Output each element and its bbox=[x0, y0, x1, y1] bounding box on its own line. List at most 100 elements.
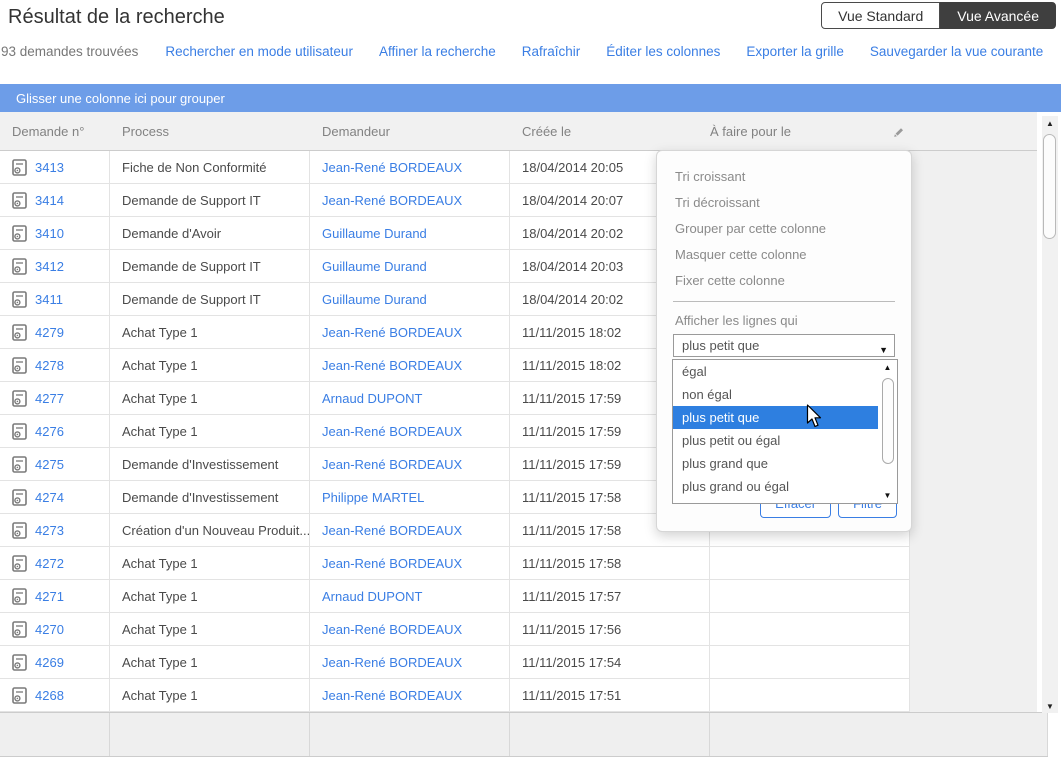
operator-option-4[interactable]: plus grand que bbox=[673, 452, 878, 475]
cell-request-id: 4271 bbox=[0, 580, 110, 612]
request-id-link[interactable]: 4272 bbox=[35, 556, 64, 571]
request-id-link[interactable]: 4278 bbox=[35, 358, 64, 373]
cell-requester: Guillaume Durand bbox=[310, 283, 510, 315]
request-id-link[interactable]: 4275 bbox=[35, 457, 64, 472]
requester-link[interactable]: Jean-René BORDEAUX bbox=[322, 424, 462, 439]
requester-link[interactable]: Guillaume Durand bbox=[322, 226, 427, 241]
form-document-gear-icon bbox=[12, 555, 27, 572]
cell-requester: Guillaume Durand bbox=[310, 250, 510, 282]
toolbar: 93 demandes trouvées Rechercher en mode … bbox=[1, 44, 1057, 59]
requester-link[interactable]: Jean-René BORDEAUX bbox=[322, 193, 462, 208]
column-header-2[interactable]: Demandeur bbox=[310, 124, 510, 139]
request-id-link[interactable]: 4273 bbox=[35, 523, 64, 538]
cell-process: Achat Type 1 bbox=[110, 382, 310, 414]
menu-item-0[interactable]: Tri croissant bbox=[657, 164, 911, 190]
requester-link[interactable]: Jean-René BORDEAUX bbox=[322, 688, 462, 703]
operator-option-0[interactable]: égal bbox=[673, 360, 878, 383]
column-header-3[interactable]: Créée le bbox=[510, 124, 710, 139]
requester-link[interactable]: Philippe MARTEL bbox=[322, 490, 424, 505]
requester-link[interactable]: Guillaume Durand bbox=[322, 292, 427, 307]
toolbar-link-1[interactable]: Affiner la recherche bbox=[379, 44, 496, 59]
column-header-1[interactable]: Process bbox=[110, 124, 310, 139]
dropdown-scroll-down-icon[interactable]: ▼ bbox=[879, 489, 896, 502]
menu-separator bbox=[673, 301, 895, 302]
group-drop-label: Glisser une colonne ici pour grouper bbox=[16, 91, 225, 106]
requester-link[interactable]: Jean-René BORDEAUX bbox=[322, 622, 462, 637]
column-header-4[interactable]: À faire pour le bbox=[710, 124, 910, 139]
toolbar-link-3[interactable]: Éditer les colonnes bbox=[606, 44, 720, 59]
request-id-link[interactable]: 4269 bbox=[35, 655, 64, 670]
request-id-link[interactable]: 4271 bbox=[35, 589, 64, 604]
requester-link[interactable]: Jean-René BORDEAUX bbox=[322, 457, 462, 472]
table-row: 4272Achat Type 1Jean-René BORDEAUX11/11/… bbox=[0, 547, 910, 580]
scroll-up-arrow-icon[interactable]: ▲ bbox=[1042, 116, 1058, 130]
cell-process: Achat Type 1 bbox=[110, 349, 310, 381]
scroll-down-arrow-icon[interactable]: ▼ bbox=[1042, 699, 1058, 713]
menu-item-3[interactable]: Masquer cette colonne bbox=[657, 242, 911, 268]
request-id-link[interactable]: 3411 bbox=[35, 292, 63, 307]
table-header-row: Demande n°ProcessDemandeurCréée leÀ fair… bbox=[0, 112, 1037, 151]
cell-process: Achat Type 1 bbox=[110, 580, 310, 612]
request-id-link[interactable]: 3412 bbox=[35, 259, 64, 274]
cell-request-id: 4268 bbox=[0, 679, 110, 711]
cell-request-id: 3413 bbox=[0, 151, 110, 183]
requester-link[interactable]: Arnaud DUPONT bbox=[322, 589, 422, 604]
dropdown-scrollbar-thumb[interactable] bbox=[882, 378, 894, 464]
request-id-link[interactable]: 3414 bbox=[35, 193, 64, 208]
operator-option-3[interactable]: plus petit ou égal bbox=[673, 429, 878, 452]
scrollbar-thumb[interactable] bbox=[1043, 134, 1056, 239]
filter-operator-select[interactable]: plus petit que ▼ bbox=[673, 334, 895, 357]
table-footer-row bbox=[0, 712, 1048, 757]
request-id-link[interactable]: 4274 bbox=[35, 490, 64, 505]
requester-link[interactable]: Jean-René BORDEAUX bbox=[322, 358, 462, 373]
cell-requester: Jean-René BORDEAUX bbox=[310, 184, 510, 216]
operator-option-2[interactable]: plus petit que bbox=[673, 406, 878, 429]
request-id-link[interactable]: 4279 bbox=[35, 325, 64, 340]
dropdown-scrollbar[interactable]: ▲ ▼ bbox=[879, 361, 896, 502]
operator-option-6[interactable]: nul bbox=[673, 498, 878, 504]
menu-item-4[interactable]: Fixer cette colonne bbox=[657, 268, 911, 294]
cell-requester: Jean-René BORDEAUX bbox=[310, 151, 510, 183]
view-advanced-button[interactable]: Vue Avancée bbox=[940, 2, 1056, 29]
request-id-link[interactable]: 4276 bbox=[35, 424, 64, 439]
toolbar-link-4[interactable]: Exporter la grille bbox=[746, 44, 844, 59]
request-id-link[interactable]: 4270 bbox=[35, 622, 64, 637]
request-id-link[interactable]: 4277 bbox=[35, 391, 64, 406]
form-document-gear-icon bbox=[12, 687, 27, 704]
view-standard-button[interactable]: Vue Standard bbox=[821, 2, 940, 29]
toolbar-link-2[interactable]: Rafraîchir bbox=[522, 44, 581, 59]
toolbar-link-0[interactable]: Rechercher en mode utilisateur bbox=[165, 44, 353, 59]
footer-cell bbox=[110, 713, 310, 756]
menu-item-2[interactable]: Grouper par cette colonne bbox=[657, 216, 911, 242]
filter-rows-label: Afficher les lignes qui bbox=[675, 313, 911, 328]
requester-link[interactable]: Jean-René BORDEAUX bbox=[322, 160, 462, 175]
column-menu-pencil-icon[interactable] bbox=[891, 125, 905, 139]
requester-link[interactable]: Jean-René BORDEAUX bbox=[322, 523, 462, 538]
request-id-link[interactable]: 4268 bbox=[35, 688, 64, 703]
chevron-down-icon: ▼ bbox=[879, 340, 888, 361]
cell-process: Achat Type 1 bbox=[110, 547, 310, 579]
vertical-scrollbar[interactable]: ▲ ▼ bbox=[1042, 116, 1058, 713]
cell-due bbox=[710, 580, 910, 612]
column-header-0[interactable]: Demande n° bbox=[0, 124, 110, 139]
operator-option-5[interactable]: plus grand ou égal bbox=[673, 475, 878, 498]
operator-option-1[interactable]: non égal bbox=[673, 383, 878, 406]
requester-link[interactable]: Jean-René BORDEAUX bbox=[322, 325, 462, 340]
dropdown-scroll-up-icon[interactable]: ▲ bbox=[879, 361, 896, 374]
cell-requester: Jean-René BORDEAUX bbox=[310, 679, 510, 711]
request-id-link[interactable]: 3413 bbox=[35, 160, 64, 175]
cell-requester: Arnaud DUPONT bbox=[310, 382, 510, 414]
toolbar-link-5[interactable]: Sauvegarder la vue courante bbox=[870, 44, 1043, 59]
menu-item-1[interactable]: Tri décroissant bbox=[657, 190, 911, 216]
group-drop-zone[interactable]: Glisser une colonne ici pour grouper bbox=[0, 84, 1061, 112]
cell-request-id: 4273 bbox=[0, 514, 110, 546]
requester-link[interactable]: Arnaud DUPONT bbox=[322, 391, 422, 406]
cell-request-id: 4277 bbox=[0, 382, 110, 414]
requester-link[interactable]: Jean-René BORDEAUX bbox=[322, 556, 462, 571]
footer-cell bbox=[510, 713, 710, 756]
requester-link[interactable]: Guillaume Durand bbox=[322, 259, 427, 274]
requester-link[interactable]: Jean-René BORDEAUX bbox=[322, 655, 462, 670]
request-id-link[interactable]: 3410 bbox=[35, 226, 64, 241]
form-document-gear-icon bbox=[12, 522, 27, 539]
cell-process: Création d'un Nouveau Produit... bbox=[110, 514, 310, 546]
